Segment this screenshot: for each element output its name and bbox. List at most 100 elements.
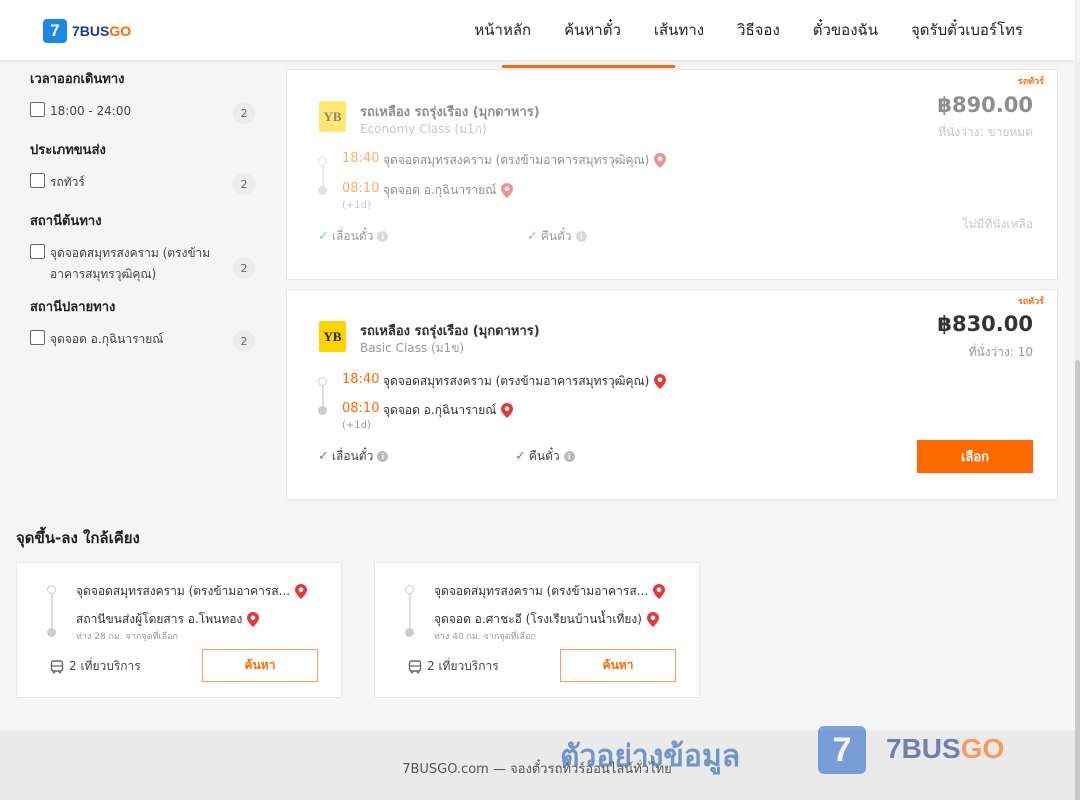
nav-my-tickets[interactable]: ตั๋วของฉัน — [813, 18, 878, 42]
departure-time: 18:40 — [342, 372, 380, 387]
trip-count-text: 2 เที่ยวบริการ — [69, 659, 141, 673]
filter-checkbox[interactable] — [30, 330, 45, 345]
watermark-brand-suffix: GO — [960, 733, 1005, 764]
scrollbar-thumb[interactable] — [1075, 360, 1080, 800]
arrival-dot — [318, 186, 327, 195]
feature-label: เลื่อนตั๋ว — [331, 229, 374, 243]
filter-count-badge: 2 — [233, 173, 255, 195]
map-pin-icon[interactable] — [501, 183, 514, 198]
top-header: 7 7BUSGO หน้าหลัก ค้นหาตั๋ว เส้นทาง วิธี… — [0, 0, 1075, 60]
filter-option[interactable]: รถทัวร์ 2 — [30, 172, 255, 195]
bus-icon — [50, 659, 64, 673]
seat-class: Economy Class (ม1ก) — [360, 122, 487, 136]
ticket-price: ฿830.00 — [937, 312, 1033, 336]
departure-time: 18:40 — [342, 151, 380, 166]
arrival-stop-text: จุดจอด อ.กุฉินารายณ์ — [383, 403, 497, 417]
map-pin-icon[interactable] — [501, 403, 514, 418]
map-pin-icon[interactable] — [654, 153, 667, 168]
brand-suffix: GO — [109, 23, 132, 39]
departure-stop-text: จุดจอดสมุทรสงคราม (ตรงข้ามอาคารสมุทรวุฒิ… — [383, 153, 650, 167]
nearby-origin-text: จุดจอดสมุทรสงคราม (ตรงข้ามอาคารส... — [76, 584, 291, 598]
seat-class: Basic Class (ม1ข) — [360, 341, 465, 355]
brand-logo-mark: 7 — [43, 19, 67, 43]
nearby-route-card: จุดจอดสมุทรสงคราม (ตรงข้ามอาคารส... จุดจ… — [374, 562, 700, 698]
info-icon[interactable]: i — [377, 231, 389, 242]
filter-transport-type: ประเภทขนส่ง รถทัวร์ 2 — [30, 139, 260, 195]
arrival-time: 08:10 — [342, 181, 380, 196]
check-icon: ✓ — [318, 229, 329, 244]
filter-option-label: จุดจอดสมุทรสงคราม (ตรงข้ามอาคารสมุทรวุฒิ… — [50, 246, 211, 281]
select-trip-button[interactable]: เลือก — [917, 440, 1033, 473]
brand-logo[interactable]: 7 7BUSGO — [43, 19, 131, 43]
nearby-origin-text: จุดจอดสมุทรสงคราม (ตรงข้ามอาคารส... — [434, 584, 649, 598]
seats-available: ที่นั่งว่าง: ขายหมด — [938, 125, 1033, 139]
map-pin-icon[interactable] — [295, 584, 308, 599]
bus-icon — [408, 659, 422, 673]
watermark-brand-prefix: 7BUS — [886, 733, 961, 764]
next-day-indicator: (+1d) — [342, 420, 371, 431]
nav-ticket-pickup[interactable]: จุดรับตั๋วเบอร์โทร — [911, 18, 1023, 42]
departure-dot — [405, 585, 414, 594]
filter-count-badge: 2 — [233, 102, 255, 124]
map-pin-icon[interactable] — [646, 612, 659, 627]
nearby-distance: ห่าง 40 กม. จากจุดที่เลือก — [434, 632, 536, 642]
refund-feature: ✓ คืนตั๋ว i — [515, 447, 575, 466]
page-scrollbar[interactable] — [1075, 60, 1080, 800]
nav-how-to-book[interactable]: วิธีจอง — [737, 18, 780, 42]
filter-option-label: จุดจอด อ.กุฉินารายณ์ — [50, 332, 164, 346]
brand-logo-text: 7BUSGO — [72, 23, 131, 39]
map-pin-icon[interactable] — [247, 612, 260, 627]
transport-type-badge: รถทัวร์ — [1017, 297, 1044, 307]
nearby-distance: ห่าง 28 กม. จากจุดที่เลือก — [76, 632, 178, 642]
transport-type-badge: รถทัวร์ — [1017, 77, 1044, 87]
nav-routes[interactable]: เส้นทาง — [654, 18, 704, 42]
filter-checkbox[interactable] — [30, 173, 45, 188]
map-pin-icon[interactable] — [653, 584, 666, 599]
map-pin-icon[interactable] — [654, 374, 667, 389]
sold-out-status: ไม่มีที่นั่งเหลือ — [962, 217, 1033, 231]
nearby-destination-text: สถานีขนส่งผู้โดยสาร อ.โพนทอง — [76, 612, 243, 626]
nav-search-tickets[interactable]: ค้นหาตั๋ว — [564, 18, 621, 42]
filter-title: เวลาออกเดินทาง — [30, 72, 125, 87]
arrival-dot — [47, 628, 56, 637]
nav-home[interactable]: หน้าหลัก — [474, 18, 531, 42]
info-icon[interactable]: i — [563, 451, 575, 462]
filter-option[interactable]: จุดจอดสมุทรสงคราม (ตรงข้ามอาคารสมุทรวุฒิ… — [30, 243, 255, 285]
trip-card: รถทัวร์ YB รถเหลือง รถรุ่งเรือง (มุกดาหา… — [286, 289, 1058, 500]
nearby-destination: จุดจอด อ.ศาชะอี (โรงเรียนบ้านน้ำเที่ยง) — [434, 610, 659, 629]
filter-option-label: 18:00 - 24:00 — [50, 104, 132, 118]
filter-title: สถานีปลายทาง — [30, 300, 116, 315]
filter-destination-station: สถานีปลายทาง จุดจอด อ.กุฉินารายณ์ 2 — [30, 296, 260, 352]
filter-checkbox[interactable] — [30, 102, 45, 117]
nearby-destination: สถานีขนส่งผู้โดยสาร อ.โพนทอง — [76, 610, 260, 629]
filter-count-badge: 2 — [233, 257, 255, 279]
check-icon: ✓ — [515, 449, 526, 464]
filter-option[interactable]: 18:00 - 24:00 2 — [30, 101, 255, 124]
departure-dot — [47, 585, 56, 594]
departure-dot — [318, 377, 327, 386]
departure-dot — [318, 157, 327, 166]
filter-origin-station: สถานีต้นทาง จุดจอดสมุทรสงคราม (ตรงข้ามอา… — [30, 210, 260, 285]
filter-option[interactable]: จุดจอด อ.กุฉินารายณ์ 2 — [30, 329, 255, 352]
arrival-dot — [405, 628, 414, 637]
watermark-logo: 7 — [818, 726, 866, 774]
nearby-section-title: จุดขึ้น-ลง ใกล้เคียง — [16, 529, 140, 547]
trip-count-text: 2 เที่ยวบริการ — [427, 659, 499, 673]
next-day-indicator: (+1d) — [342, 200, 371, 211]
info-icon[interactable]: i — [575, 231, 587, 242]
nearby-origin: จุดจอดสมุทรสงคราม (ตรงข้ามอาคารส... — [76, 582, 308, 601]
refund-feature: ✓ คืนตั๋ว i — [527, 227, 587, 246]
operator-logo: YB — [319, 101, 346, 132]
nearby-search-button[interactable]: ค้นหา — [202, 649, 318, 682]
active-tab-indicator — [502, 65, 675, 68]
check-icon: ✓ — [527, 229, 538, 244]
filter-checkbox[interactable] — [30, 244, 45, 259]
departure-stop-text: จุดจอดสมุทรสงคราม (ตรงข้ามอาคารสมุทรวุฒิ… — [383, 374, 650, 388]
nearby-search-button[interactable]: ค้นหา — [560, 649, 676, 682]
arrival-dot — [318, 406, 327, 415]
info-icon[interactable]: i — [377, 451, 389, 462]
operator-logo: YB — [319, 321, 346, 352]
filter-option-label: รถทัวร์ — [50, 175, 85, 189]
feature-label: เลื่อนตั๋ว — [331, 449, 374, 463]
feature-label: คืนตั๋ว — [540, 229, 572, 243]
